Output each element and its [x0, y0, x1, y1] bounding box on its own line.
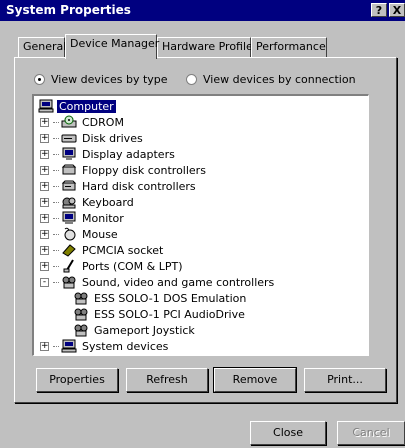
expand-icon[interactable]: +	[40, 133, 49, 143]
radio-selected-icon	[34, 73, 45, 85]
view-by-type-radio[interactable]: View devices by type	[34, 72, 168, 86]
title-bar[interactable]: System Properties ? X	[0, 0, 405, 21]
expand-icon[interactable]: +	[40, 165, 49, 175]
print-button[interactable]: Print...	[304, 368, 386, 392]
tree-item-label: Floppy disk controllers	[82, 163, 206, 177]
expand-icon[interactable]: +	[40, 213, 49, 223]
tree-item-mouse[interactable]: + Mouse	[40, 226, 120, 242]
tree-item-label: Display adapters	[82, 147, 175, 161]
refresh-button[interactable]: Refresh	[126, 368, 208, 392]
view-by-type-label: View devices by type	[51, 72, 168, 86]
tab-general[interactable]: General	[18, 37, 66, 57]
tree-item-label: ESS SOLO-1 PCI AudioDrive	[94, 307, 245, 321]
tree-item-label: ESS SOLO-1 DOS Emulation	[94, 291, 247, 305]
tree-item-disk-drives[interactable]: + Disk drives	[40, 130, 145, 146]
device-tree[interactable]: Computer + CDROM + Disk drives + Display…	[32, 94, 369, 356]
tree-item-sound-video-game[interactable]: - Sound, video and game controllers	[40, 274, 276, 290]
expand-icon[interactable]: +	[40, 181, 49, 191]
hard-disk-controller-icon	[61, 179, 77, 193]
cancel-button[interactable]: Cancel	[337, 421, 405, 445]
view-by-connection-radio[interactable]: View devices by connection	[186, 72, 356, 86]
disk-drive-icon	[61, 131, 77, 145]
tree-item-label: Disk drives	[82, 131, 143, 145]
tree-item-pcmcia-socket[interactable]: + PCMCIA socket	[40, 242, 165, 258]
sound-device-icon	[73, 323, 89, 337]
expand-icon[interactable]: +	[40, 197, 49, 207]
tree-item-display-adapters[interactable]: + Display adapters	[40, 146, 177, 162]
remove-button[interactable]: Remove	[213, 367, 297, 393]
tree-item-hard-disk-controllers[interactable]: + Hard disk controllers	[40, 178, 198, 194]
tree-item-label: CDROM	[82, 115, 124, 129]
view-by-connection-label: View devices by connection	[203, 72, 356, 86]
tree-item-floppy-controllers[interactable]: + Floppy disk controllers	[40, 162, 208, 178]
expand-icon[interactable]: +	[40, 245, 49, 255]
tree-item-keyboard[interactable]: + Keyboard	[40, 194, 136, 210]
tree-item-monitor[interactable]: + Monitor	[40, 210, 126, 226]
expand-icon[interactable]: +	[40, 117, 49, 127]
tree-item-label: PCMCIA socket	[82, 243, 164, 257]
system-properties-window: System Properties ? X General Device Man…	[0, 0, 405, 448]
tab-hardware-profiles[interactable]: Hardware Profiles	[157, 37, 259, 57]
tree-item-label: Keyboard	[82, 195, 134, 209]
tree-child-ess-dos-emulation[interactable]: ESS SOLO-1 DOS Emulation	[73, 290, 248, 306]
tree-item-label: Mouse	[82, 227, 118, 241]
tree-child-gameport-joystick[interactable]: Gameport Joystick	[73, 322, 197, 338]
computer-icon	[38, 99, 54, 113]
expand-icon[interactable]: +	[40, 229, 49, 239]
tree-root-label: Computer	[57, 99, 116, 113]
properties-button[interactable]: Properties	[36, 368, 118, 392]
monitor-icon	[61, 211, 77, 225]
mouse-icon	[61, 227, 77, 241]
window-title: System Properties	[6, 3, 131, 17]
display-adapter-icon	[61, 147, 77, 161]
tree-item-label: Hard disk controllers	[82, 179, 196, 193]
keyboard-icon	[61, 195, 77, 209]
sound-device-icon	[73, 307, 89, 321]
expand-icon[interactable]: +	[40, 341, 49, 351]
help-button[interactable]: ?	[371, 3, 387, 17]
radio-unselected-icon	[186, 73, 197, 85]
sound-device-icon	[73, 291, 89, 305]
floppy-controller-icon	[61, 163, 77, 177]
expand-icon[interactable]: +	[40, 261, 49, 271]
tree-item-ports[interactable]: + Ports (COM & LPT)	[40, 258, 185, 274]
sound-icon	[61, 275, 77, 289]
tree-item-label: Ports (COM & LPT)	[82, 259, 183, 273]
tree-item-label: Monitor	[82, 211, 124, 225]
tab-device-manager[interactable]: Device Manager	[65, 34, 159, 59]
collapse-icon[interactable]: -	[40, 277, 49, 287]
tree-item-label: Sound, video and game controllers	[82, 275, 275, 289]
tree-item-system-devices[interactable]: + System devices	[40, 338, 170, 354]
tree-child-ess-pci-audiodrive[interactable]: ESS SOLO-1 PCI AudioDrive	[73, 306, 247, 322]
tree-item-label: Gameport Joystick	[94, 323, 195, 337]
close-button[interactable]: Close	[250, 421, 326, 445]
cdrom-icon	[61, 115, 77, 129]
tree-item-label: System devices	[82, 339, 169, 353]
tree-root-computer[interactable]: Computer	[38, 98, 116, 114]
close-window-button[interactable]: X	[389, 3, 405, 17]
tree-item-cdrom[interactable]: + CDROM	[40, 114, 126, 130]
ports-icon	[61, 259, 77, 273]
expand-icon[interactable]: +	[40, 149, 49, 159]
pcmcia-icon	[61, 243, 77, 257]
tab-performance[interactable]: Performance	[251, 37, 327, 57]
system-devices-icon	[61, 339, 77, 353]
